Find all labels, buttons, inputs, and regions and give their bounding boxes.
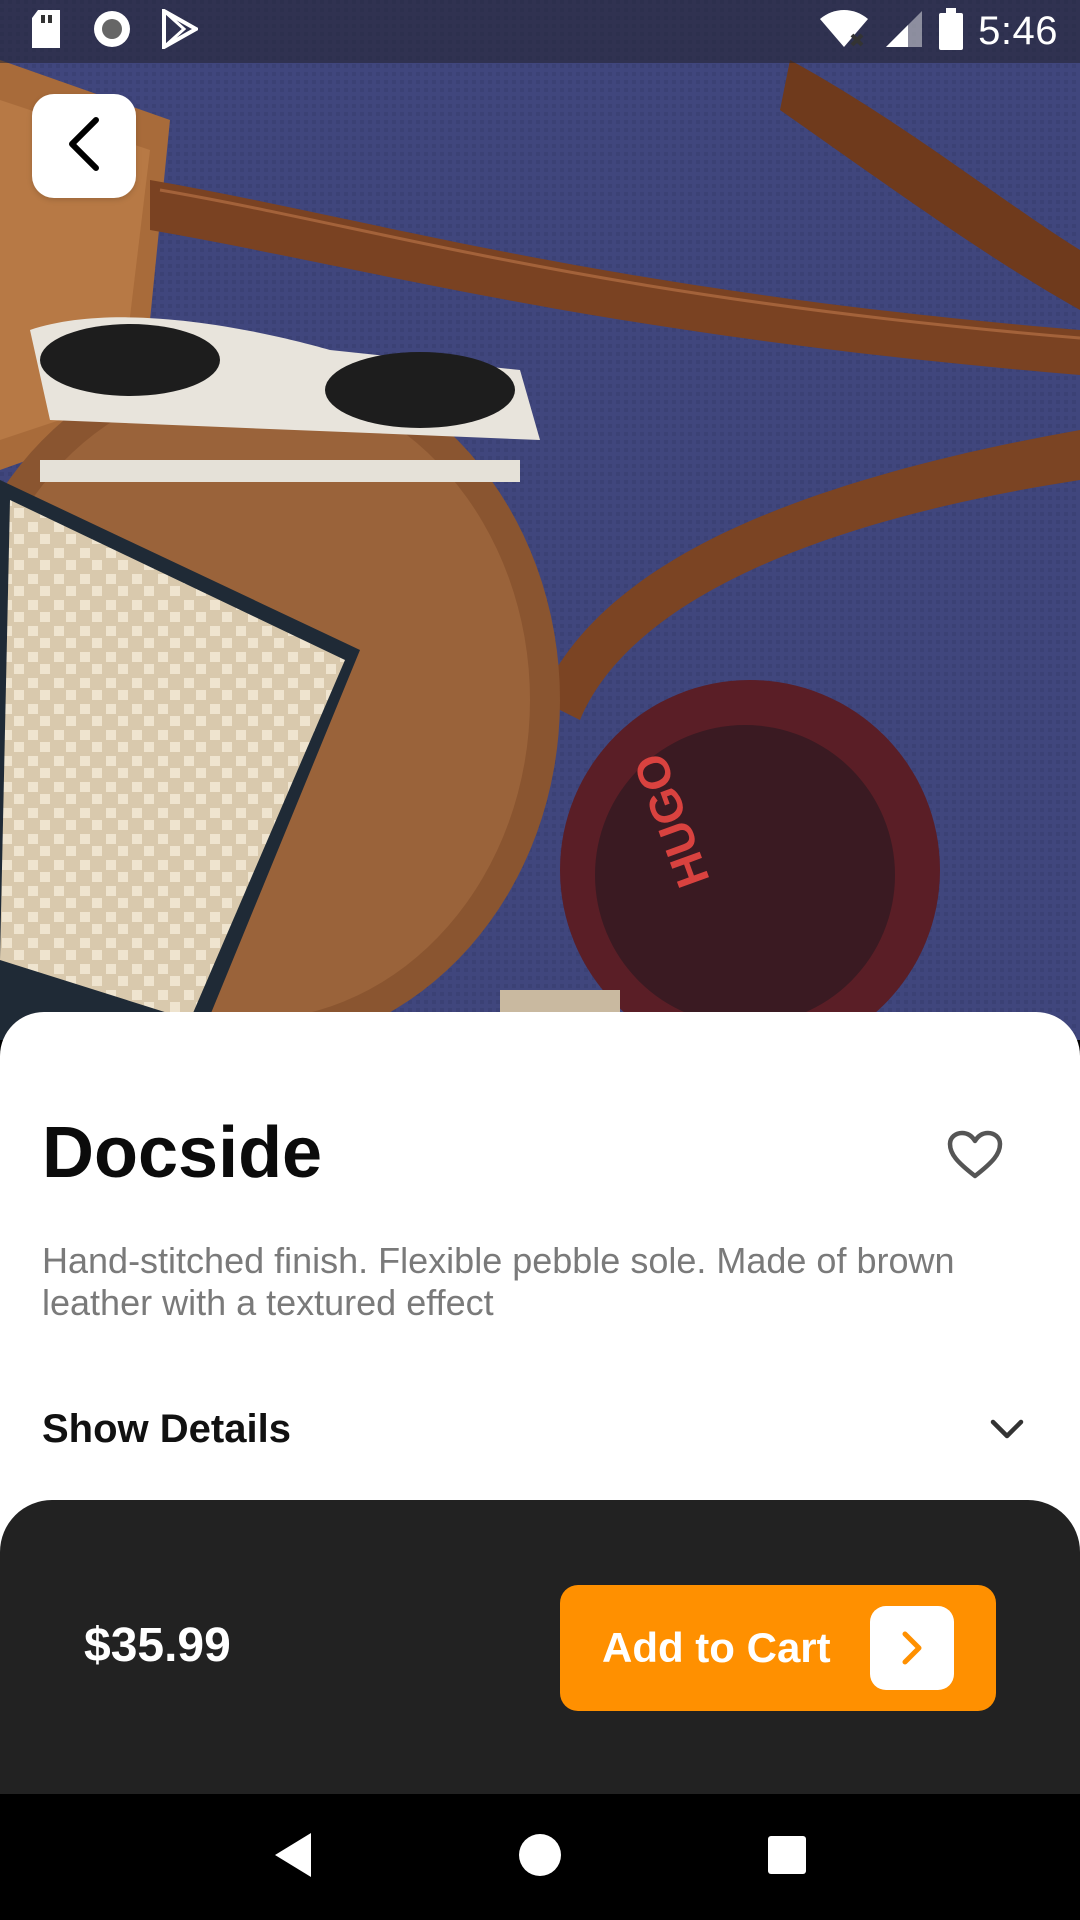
recents-square-icon [767, 1835, 807, 1880]
circle-notification-icon [92, 9, 132, 54]
back-triangle-icon [271, 1831, 315, 1884]
back-icon [62, 116, 106, 177]
product-price: $35.99 [84, 1619, 231, 1672]
cart-bar: $35.99 Add to Cart [0, 1500, 1080, 1800]
signal-icon [884, 9, 924, 54]
favorite-button[interactable] [940, 1122, 1010, 1192]
chevron-down-icon [982, 1404, 1032, 1454]
chevron-right-icon [870, 1606, 954, 1690]
add-to-cart-label: Add to Cart [602, 1624, 831, 1671]
add-to-cart-button[interactable]: Add to Cart [560, 1585, 996, 1711]
wifi-icon [818, 9, 870, 54]
back-button[interactable] [32, 94, 136, 198]
system-navigation-bar [0, 1794, 1080, 1920]
sd-card-icon [30, 10, 62, 53]
show-details-toggle[interactable]: Show Details [42, 1394, 1032, 1464]
product-description: Hand-stitched finish. Flexible pebble so… [42, 1240, 955, 1323]
home-circle-icon [517, 1832, 563, 1883]
play-store-icon [162, 7, 201, 54]
product-info-sheet: Docside Hand-stitched finish. Flexible p… [0, 1012, 1080, 1572]
show-details-label: Show Details [42, 1406, 291, 1451]
battery-icon [938, 8, 964, 55]
heart-icon [947, 1130, 1003, 1185]
status-bar: 5:46 [0, 0, 1080, 63]
product-hero-image: HUGO [0, 0, 1080, 1040]
product-title: Docside [42, 1113, 323, 1193]
nav-recents-button[interactable] [747, 1817, 827, 1897]
status-time: 5:46 [978, 9, 1058, 53]
nav-back-button[interactable] [253, 1817, 333, 1897]
nav-home-button[interactable] [500, 1817, 580, 1897]
